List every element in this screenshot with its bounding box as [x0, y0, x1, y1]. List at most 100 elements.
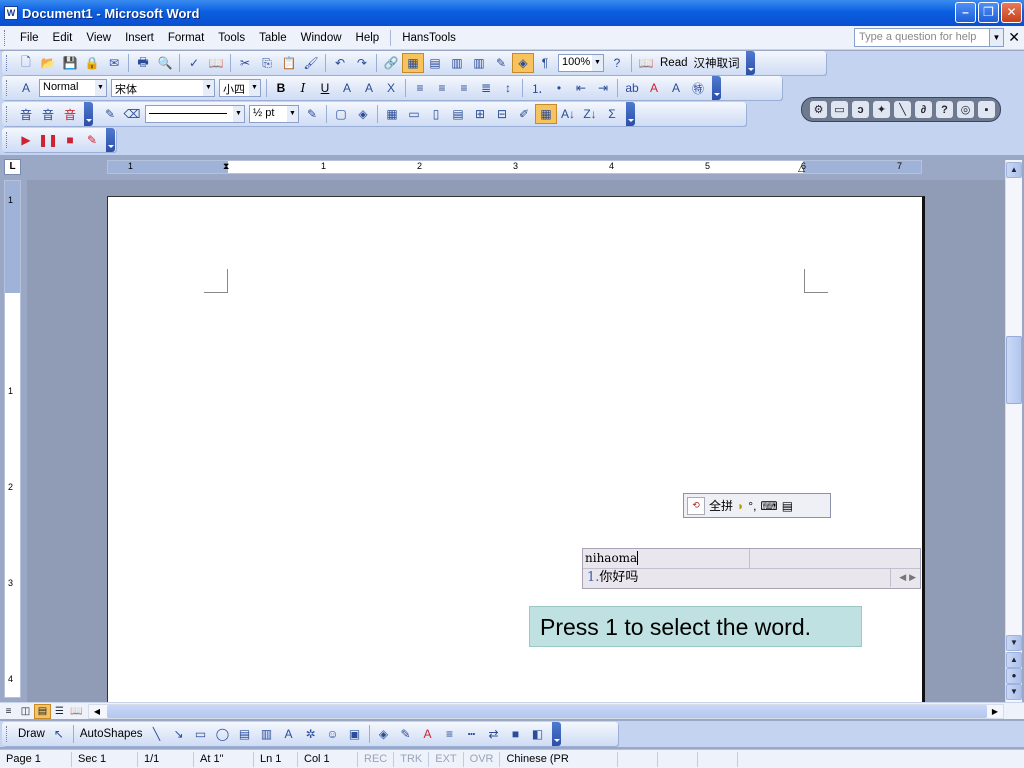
line-spacing-icon[interactable]: ↕ — [497, 78, 519, 98]
minimize-button[interactable]: – — [955, 2, 976, 23]
toolbar-options-button[interactable] — [626, 102, 635, 126]
arrow-style-icon[interactable]: ⇄ — [483, 724, 505, 744]
spelling-icon[interactable]: ✓ — [183, 53, 205, 73]
save-icon[interactable]: 💾 — [59, 53, 81, 73]
status-language[interactable]: Chinese (PR — [500, 751, 619, 767]
help-search-input[interactable]: Type a question for help ▼ — [854, 28, 1004, 47]
halfwidth-moon-icon[interactable]: ◗ — [737, 499, 744, 513]
phonetic-guide-icon[interactable]: A — [665, 78, 687, 98]
3d-style-icon[interactable]: ◧ — [527, 724, 549, 744]
print-icon[interactable]: 🖶 — [132, 53, 154, 73]
chevron-down-icon[interactable]: ▼ — [592, 55, 603, 71]
vertical-scrollbar[interactable]: ▲ ▼ ▲ ● ▼ — [1005, 160, 1022, 702]
char-scaling-icon[interactable]: X — [380, 78, 402, 98]
restore-button[interactable]: ❐ — [978, 2, 999, 23]
vertical-ruler[interactable]: 1 1 2 3 4 — [4, 180, 21, 698]
font-color-icon[interactable]: A — [643, 78, 665, 98]
permission-icon[interactable]: 🔒 — [81, 53, 103, 73]
status-rec[interactable]: REC — [358, 751, 395, 767]
insert-table-icon[interactable]: ▤ — [424, 53, 446, 73]
hyperlink-icon[interactable]: 🔗 — [380, 53, 402, 73]
menu-format[interactable]: Format — [161, 30, 211, 46]
web-layout-icon[interactable]: ◫ — [17, 704, 34, 719]
new-document-icon[interactable]: 🗋 — [15, 53, 37, 73]
phonetic-red-icon[interactable]: 音 — [59, 104, 81, 124]
phonetic-alt-icon[interactable]: 音 — [37, 104, 59, 124]
line-icon[interactable]: ╲ — [146, 724, 168, 744]
numbering-icon[interactable]: ⒈ — [526, 78, 548, 98]
menu-hanstools[interactable]: HansTools — [395, 30, 463, 46]
highlight-icon[interactable]: ab — [621, 78, 643, 98]
justify-icon[interactable]: ≣ — [475, 78, 497, 98]
fill-color-icon[interactable]: ◈ — [373, 724, 395, 744]
word-app-icon[interactable]: W — [4, 6, 18, 20]
scroll-thumb[interactable] — [1006, 336, 1022, 404]
open-folder-icon[interactable]: 📂 — [37, 53, 59, 73]
merge-cells-icon[interactable]: ▭ — [403, 104, 425, 124]
align-left-icon[interactable]: ≡ — [409, 78, 431, 98]
toolbar-options-button[interactable] — [84, 102, 93, 126]
show-hide-icon[interactable]: ¶ — [534, 53, 556, 73]
format-painter-icon[interactable]: 🖌 — [300, 53, 322, 73]
toolbar-options-button[interactable] — [551, 722, 561, 746]
copy-icon[interactable]: ⎘ — [256, 53, 278, 73]
toolbar-grip[interactable] — [6, 80, 9, 96]
pen-icon[interactable]: ✎ — [81, 130, 103, 150]
distribute-rows-icon[interactable]: ⊞ — [469, 104, 491, 124]
shadow-style-icon[interactable]: ■ — [505, 724, 527, 744]
ime-mode-label[interactable]: 全拼 — [709, 497, 733, 514]
right-indent-marker-icon[interactable]: △ — [798, 163, 805, 174]
select-objects-icon[interactable]: ↖ — [48, 724, 70, 744]
shading-color-icon[interactable]: ◈ — [352, 104, 374, 124]
autoshapes-button[interactable]: AutoShapes — [77, 728, 146, 740]
bullets-icon[interactable]: • — [548, 78, 570, 98]
borders-icon[interactable]: ▢ — [330, 104, 352, 124]
select-browse-object-icon[interactable]: ● — [1006, 668, 1022, 684]
char-border-icon[interactable]: A — [336, 78, 358, 98]
styles-icon[interactable]: A — [15, 78, 37, 98]
italic-button[interactable]: I — [292, 78, 314, 98]
autoformat-icon[interactable]: ✐ — [513, 104, 535, 124]
align-right-icon[interactable]: ≡ — [453, 78, 475, 98]
ime-options-icon[interactable]: ∂ — [915, 101, 932, 118]
toolbar-options-button[interactable] — [106, 128, 115, 152]
distribute-cols-icon[interactable]: ⊟ — [491, 104, 513, 124]
ime-minimize-icon[interactable]: ▪ — [978, 101, 995, 118]
outline-view-icon[interactable]: ☰ — [51, 704, 68, 719]
toolbar-grip[interactable] — [6, 132, 9, 148]
clip-art-icon[interactable]: ☺ — [322, 724, 344, 744]
stop-icon[interactable]: ■ — [59, 130, 81, 150]
chevron-down-icon[interactable]: ▼ — [989, 29, 1003, 46]
chevron-down-icon[interactable]: ▼ — [203, 80, 214, 96]
hscroll-thumb[interactable] — [107, 705, 987, 718]
close-button[interactable]: ✕ — [1001, 2, 1022, 23]
draw-menu-button[interactable]: Draw — [15, 728, 48, 740]
candidate-item[interactable]: 你好吗 — [599, 570, 638, 585]
menu-view[interactable]: View — [79, 30, 118, 46]
diagram-icon[interactable]: ✲ — [300, 724, 322, 744]
insert-excel-icon[interactable]: ▥ — [446, 53, 468, 73]
tables-borders-icon[interactable]: ▦ — [402, 53, 424, 73]
cut-icon[interactable]: ✂ — [234, 53, 256, 73]
align-cells-icon[interactable]: ▤ — [447, 104, 469, 124]
redo-icon[interactable]: ↷ — [351, 53, 373, 73]
line-weight-select[interactable]: ½ pt ▼ — [249, 105, 299, 123]
toolbar-grip[interactable] — [6, 106, 9, 122]
chevron-down-icon[interactable]: ▼ — [233, 106, 244, 122]
paste-icon[interactable]: 📋 — [278, 53, 300, 73]
bold-button[interactable]: B — [270, 78, 292, 98]
menu-table[interactable]: Table — [252, 30, 294, 46]
columns-icon[interactable]: ▥ — [468, 53, 490, 73]
increase-indent-icon[interactable]: ⇥ — [592, 78, 614, 98]
font-size-select[interactable]: 小四 ▼ — [219, 79, 261, 97]
chevron-down-icon[interactable]: ▼ — [95, 80, 106, 96]
menu-insert[interactable]: Insert — [118, 30, 161, 46]
email-icon[interactable]: ✉ — [103, 53, 125, 73]
reading-layout-icon[interactable]: 📖 — [68, 704, 85, 719]
horizontal-ruler[interactable]: 1 1 2 3 4 5 6 7 ⧗ △ — [107, 160, 922, 174]
soft-keyboard-icon[interactable]: ⌨ — [760, 499, 777, 513]
scroll-up-icon[interactable]: ▲ — [1006, 162, 1022, 178]
help-icon[interactable]: ? — [606, 53, 628, 73]
line-style-select[interactable]: ▼ — [145, 105, 245, 123]
align-center-icon[interactable]: ≡ — [431, 78, 453, 98]
